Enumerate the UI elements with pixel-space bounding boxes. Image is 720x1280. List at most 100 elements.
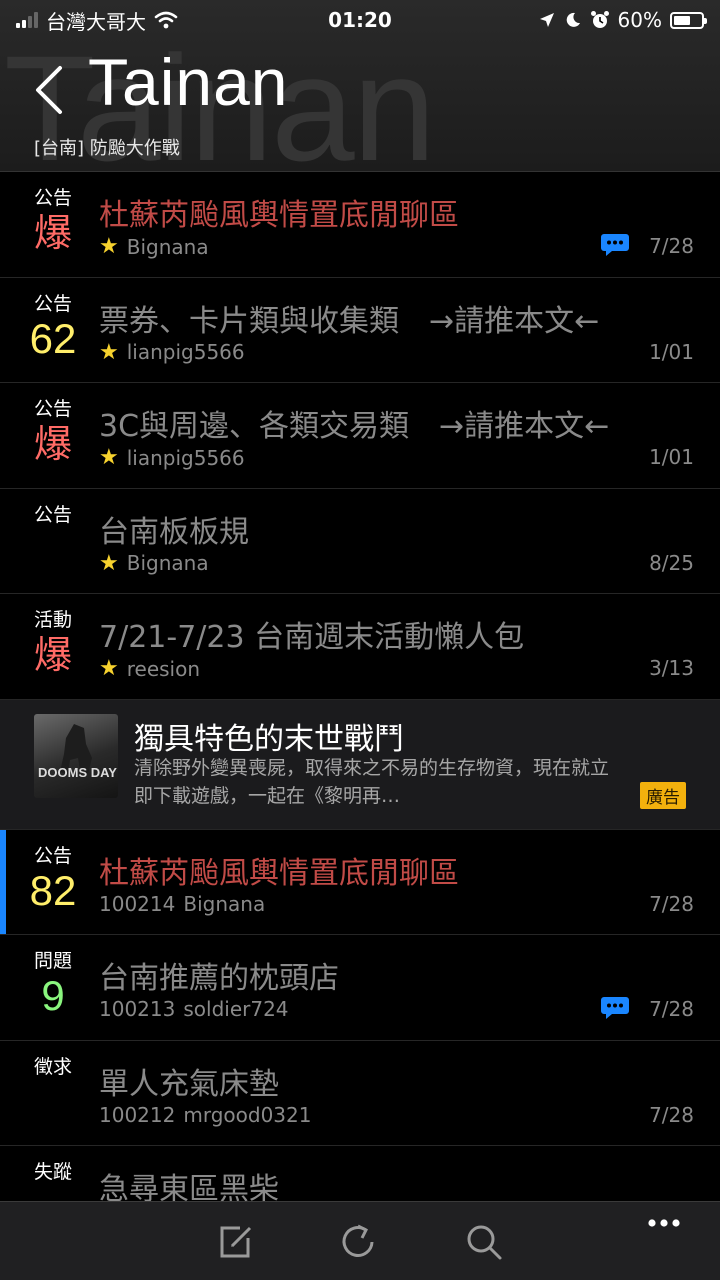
- post-meta: ★ Bignana: [99, 551, 209, 576]
- refresh-button[interactable]: [336, 1220, 380, 1264]
- ad-row[interactable]: DOOMS DAY 獨具特色的末世戰鬥 清除野外變異喪屍，取得來之不易的生存物資…: [0, 699, 720, 830]
- battery-icon: [670, 11, 707, 29]
- back-button[interactable]: [30, 62, 70, 118]
- post-title: 杜蘇芮颱風輿情置底閒聊區: [99, 855, 459, 891]
- ad-description: 清除野外變異喪屍，取得來之不易的生存物資，現在就立即下載遊戲，一起在《黎明再…: [134, 756, 610, 807]
- search-icon: [467, 1225, 502, 1260]
- post-category: 活動: [33, 609, 72, 631]
- post-date: 7/28: [649, 234, 694, 258]
- clock: 01:20: [328, 8, 392, 32]
- post-author: lianpig5566: [126, 445, 245, 470]
- post-category: 公告: [33, 292, 72, 315]
- post-row[interactable]: 徵求 單人充氣床墊 100212 mrgood0321 7/28: [0, 1040, 720, 1146]
- post-title: 杜蘇芮颱風輿情置底閒聊區: [99, 198, 459, 233]
- chevron-left-icon: [36, 66, 62, 114]
- post-category: 失蹤: [33, 1161, 72, 1183]
- post-badge: 問題 9: [0, 949, 106, 1019]
- post-author: reesion: [126, 656, 201, 681]
- post-author: Bignana: [126, 234, 209, 259]
- compose-icon: [220, 1226, 252, 1258]
- post-author: lianpig5566: [126, 340, 245, 364]
- ad-title: 獨具特色的末世戰鬥: [134, 721, 404, 757]
- post-category: 公告: [33, 844, 72, 867]
- post-badge: 徵求: [0, 1055, 106, 1079]
- star-icon: ★: [99, 656, 119, 681]
- post-row[interactable]: 公告爆 3C與周邊、各類交易類 →請推本文← ★ lianpig5566 1/01: [0, 383, 720, 489]
- post-date: 3/13: [649, 656, 694, 680]
- post-badge: 失蹤: [0, 1160, 106, 1184]
- post-badge: 公告 82: [0, 844, 106, 914]
- post-title: 台南板板規: [99, 514, 249, 550]
- post-meta: ★ lianpig5566: [99, 445, 245, 470]
- post-date: 7/28: [649, 997, 694, 1021]
- post-meta: ★ Bignana: [99, 234, 209, 259]
- more-icon: [648, 1219, 680, 1227]
- post-number: 100214: [99, 891, 176, 916]
- post-row[interactable]: 問題 9 台南推薦的枕頭店 100213 soldier724 7/28: [0, 935, 720, 1041]
- ad-tag: 廣告: [640, 781, 686, 809]
- board-subtitle: [台南] 防颱大作戰: [34, 138, 180, 159]
- post-category: 問題: [33, 950, 72, 972]
- post-title: 7/21-7/23 台南週末活動懶人包: [99, 620, 525, 655]
- compose-button[interactable]: [214, 1220, 258, 1264]
- ad-image-text: DOOMS DAY: [38, 764, 117, 780]
- board-title: Tainan: [88, 45, 289, 119]
- post-category: 公告: [33, 398, 72, 420]
- battery-percent: 60%: [617, 8, 662, 32]
- post-badge: 活動爆: [0, 608, 106, 678]
- push-count: 82: [29, 866, 77, 914]
- push-count: 爆: [33, 422, 72, 466]
- star-icon: ★: [99, 234, 119, 259]
- post-badge: 公告: [0, 503, 106, 527]
- post-date: 8/25: [649, 550, 694, 575]
- comment-bubble-icon: [600, 995, 630, 1021]
- post-badge: 公告爆: [0, 397, 106, 467]
- post-number: 100212: [99, 1102, 176, 1127]
- post-badge: 公告爆: [0, 186, 106, 256]
- post-title: 單人充氣床墊: [99, 1066, 279, 1102]
- push-count: 爆: [33, 211, 72, 255]
- post-row[interactable]: 公告 62 票券、卡片類與收集類 →請推本文← ★ lianpig5566 1/01: [0, 277, 720, 383]
- post-row[interactable]: 公告 台南板板規 ★ Bignana 8/25: [0, 488, 720, 594]
- post-meta: 100212 mrgood0321: [99, 1103, 311, 1127]
- post-meta: 100214 Bignana: [99, 892, 265, 916]
- ad-image: DOOMS DAY: [34, 713, 118, 798]
- post-title: 票券、卡片類與收集類 →請推本文←: [99, 303, 600, 339]
- bottom-toolbar: [0, 1201, 720, 1280]
- alarm-icon: [590, 11, 609, 28]
- post-author: Bignana: [183, 891, 266, 916]
- push-count: 9: [41, 972, 65, 1019]
- post-list: 公告爆杜蘇芮颱風輿情置底閒聊區 ★ Bignana 7/28 公告 62 票券、卡片類與收集…: [0, 172, 720, 1252]
- push-count: 62: [29, 314, 77, 362]
- comment-bubble-icon: [600, 232, 630, 258]
- post-meta: ★ reesion: [99, 656, 200, 681]
- post-author: soldier724: [183, 997, 289, 1021]
- signal-icon: [16, 12, 38, 28]
- post-meta: ★ lianpig5566: [99, 340, 245, 365]
- push-count: 爆: [33, 633, 72, 677]
- post-author: mrgood0321: [183, 1102, 312, 1127]
- post-date: 7/28: [649, 1102, 694, 1127]
- post-title: 台南推薦的枕頭店: [99, 961, 339, 996]
- refresh-icon: [342, 1224, 374, 1257]
- post-title: 3C與周邊、各類交易類 →請推本文←: [99, 409, 610, 444]
- post-author: Bignana: [126, 551, 209, 575]
- post-category: 公告: [33, 187, 72, 209]
- star-icon: ★: [99, 339, 119, 365]
- post-meta: 100213 soldier724: [99, 997, 289, 1021]
- post-date: 1/01: [649, 339, 694, 364]
- post-date: 1/01: [649, 445, 694, 469]
- post-badge: 公告 62: [0, 292, 106, 362]
- search-button[interactable]: [462, 1220, 506, 1264]
- post-category: 徵求: [33, 1055, 72, 1078]
- more-button[interactable]: [644, 1208, 688, 1252]
- star-icon: ★: [99, 550, 119, 576]
- post-row[interactable]: 公告 82 杜蘇芮颱風輿情置底閒聊區 100214 Bignana 7/28: [0, 829, 720, 935]
- post-category: 公告: [33, 503, 72, 526]
- moon-icon: [566, 12, 580, 27]
- location-arrow-icon: [539, 13, 554, 27]
- post-row[interactable]: 公告爆杜蘇芮颱風輿情置底閒聊區 ★ Bignana 7/28: [0, 172, 720, 278]
- post-row[interactable]: 活動爆 7/21-7/23 台南週末活動懶人包 ★ reesion 3/13: [0, 594, 720, 700]
- wifi-icon: [154, 11, 178, 29]
- status-bar: 台灣大哥大 01:20 60%: [0, 0, 720, 40]
